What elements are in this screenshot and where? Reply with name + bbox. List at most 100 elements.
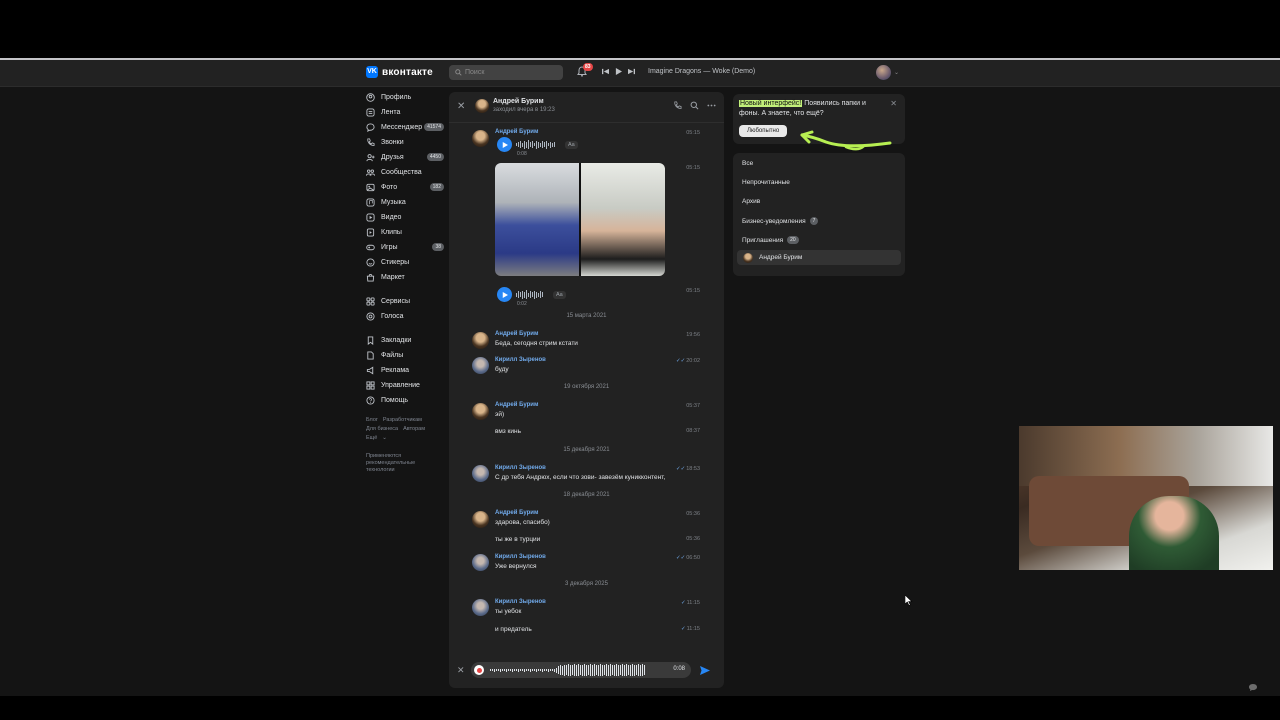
sidebar-divider	[366, 285, 446, 294]
chat-title[interactable]: Андрей Бурим	[493, 98, 544, 105]
phone-icon[interactable]	[673, 101, 682, 110]
sidebar-item-friends[interactable]: Друзья 4450	[366, 150, 446, 165]
search-input[interactable]	[465, 69, 555, 76]
photo-attachment[interactable]	[495, 163, 665, 276]
logo-text: вконтакте	[382, 66, 433, 78]
left-sidebar: Профиль Лента Мессенджер 41574 Звонки Дру…	[366, 90, 446, 474]
files-icon	[366, 351, 375, 360]
search-icon[interactable]	[690, 101, 699, 110]
footer-link-business[interactable]: Для бизнеса	[366, 426, 398, 432]
sidebar-item-messenger[interactable]: Мессенджер 41574	[366, 120, 446, 135]
message[interactable]: Кирилл Зыренов Уже вернулся ✓✓06:50	[449, 554, 724, 574]
sidebar-item-communities[interactable]: Сообщества	[366, 165, 446, 180]
vk-logo[interactable]: VK вконтакте	[366, 66, 433, 78]
message[interactable]: Андрей Бурим здарова, спасибо) 05:36	[449, 510, 724, 530]
profile-avatar[interactable]	[876, 65, 891, 80]
sidebar-item-video[interactable]: Видео	[366, 210, 446, 225]
recording-track[interactable]: 0:08	[471, 662, 691, 678]
footer-link-developers[interactable]: Разработчикам	[383, 417, 422, 423]
next-track-icon[interactable]	[628, 68, 635, 75]
sidebar-item-help[interactable]: Помощь	[366, 393, 446, 408]
avatar[interactable]	[472, 465, 489, 482]
message[interactable]: Андрей Бурим эй) 05:37	[449, 402, 724, 422]
footer-link-authors[interactable]: Авторам	[403, 426, 425, 432]
message-author[interactable]: Кирилл Зыренов	[495, 357, 546, 363]
curious-button[interactable]: Любопытно	[739, 125, 788, 137]
sidebar-item-music[interactable]: Музыка	[366, 195, 446, 210]
photo-left[interactable]	[495, 163, 579, 276]
message-voice[interactable]: Андрей Бурим 05:15 Aa 0:08	[449, 128, 724, 158]
messenger-count-badge: 41574	[424, 123, 444, 131]
send-icon[interactable]	[699, 665, 711, 676]
sidebar-item-profile[interactable]: Профиль	[366, 90, 446, 105]
message-author[interactable]: Андрей Бурим	[495, 402, 538, 408]
sidebar-item-clips[interactable]: Клипы	[366, 225, 446, 240]
chat-bubble-icon[interactable]	[1248, 683, 1258, 692]
transcribe-button[interactable]: Aa	[565, 140, 578, 149]
transcribe-button[interactable]: Aa	[553, 290, 566, 299]
message[interactable]: Кирилл Зыренов буду ✓✓20:02	[449, 357, 724, 377]
avatar[interactable]	[472, 554, 489, 571]
message-author[interactable]: Андрей Бурим	[495, 510, 538, 516]
more-icon[interactable]	[707, 101, 716, 110]
sidebar-item-market[interactable]: Маркет	[366, 270, 446, 285]
search-box[interactable]	[449, 65, 563, 80]
sidebar-item-votes[interactable]: Голоса	[366, 309, 446, 324]
message-author[interactable]: Кирилл Зыренов	[495, 599, 546, 605]
sidebar-item-ads[interactable]: Реклама	[366, 363, 446, 378]
avatar[interactable]	[472, 403, 489, 420]
prev-track-icon[interactable]	[602, 68, 609, 75]
sidebar-item-bookmarks[interactable]: Закладки	[366, 333, 446, 348]
chat-status: заходил вчера в 19:23	[493, 107, 555, 113]
voice-waveform[interactable]	[516, 290, 543, 300]
play-voice-button[interactable]	[497, 287, 512, 302]
sidebar-item-calls[interactable]: Звонки	[366, 135, 446, 150]
folder-unread[interactable]: Непрочитанные	[742, 179, 790, 186]
folder-business[interactable]: Бизнес-уведомления 7	[742, 217, 819, 225]
message[interactable]: Кирилл Зыренов ты уебок ✓11:15	[449, 599, 724, 619]
sidebar-item-manage[interactable]: Управление	[366, 378, 446, 393]
message-author[interactable]: Кирилл Зыренов	[495, 465, 546, 471]
sidebar-item-services[interactable]: Сервисы	[366, 294, 446, 309]
message[interactable]: Андрей Бурим Беда, сегодня стрим кстати …	[449, 331, 724, 351]
avatar[interactable]	[472, 332, 489, 349]
close-icon[interactable]: ✕	[890, 99, 897, 108]
chevron-down-icon[interactable]: ⌄	[894, 69, 899, 76]
cancel-recording-icon[interactable]: ✕	[457, 665, 471, 676]
message-author[interactable]: Андрей Бурим	[495, 129, 538, 135]
play-voice-button[interactable]	[497, 137, 512, 152]
chat-avatar[interactable]	[475, 99, 489, 113]
message[interactable]: и предатель ✓11:15	[449, 626, 724, 638]
avatar[interactable]	[472, 599, 489, 616]
sidebar-item-feed[interactable]: Лента	[366, 105, 446, 120]
folder-count-badge: 7	[809, 217, 819, 225]
folder-archive[interactable]: Архив	[742, 198, 760, 205]
folder-all[interactable]: Все	[742, 160, 753, 167]
sidebar-item-files[interactable]: Файлы	[366, 348, 446, 363]
sidebar-item-label: Игры	[381, 244, 398, 251]
avatar[interactable]	[472, 357, 489, 374]
selected-chat-item[interactable]: Андрей Бурим	[737, 250, 901, 265]
message[interactable]: Кирилл Зыренов С др тебя Андрюх, если чт…	[449, 465, 724, 485]
message-voice[interactable]: Aa 0:02 05:15	[449, 286, 724, 308]
message[interactable]: ты же в турции 05:36	[449, 536, 724, 548]
sidebar-item-games[interactable]: Игры 38	[366, 240, 446, 255]
close-icon[interactable]: ✕	[457, 101, 465, 112]
sidebar-item-photo[interactable]: Фото 182	[366, 180, 446, 195]
sidebar-item-stickers[interactable]: Стикеры	[366, 255, 446, 270]
avatar[interactable]	[472, 511, 489, 528]
sidebar-item-label: Закладки	[381, 337, 412, 344]
photo-right[interactable]	[581, 163, 665, 276]
folder-invites[interactable]: Приглашения 20	[742, 236, 799, 244]
footer-link-blog[interactable]: Блог	[366, 417, 378, 423]
stop-recording-button[interactable]	[474, 665, 484, 675]
now-playing-track[interactable]: Imagine Dragons — Woke (Demo)	[648, 68, 755, 75]
message-photo[interactable]: 05:15	[449, 163, 724, 278]
message-author[interactable]: Андрей Бурим	[495, 331, 538, 337]
voice-waveform[interactable]	[516, 140, 555, 150]
avatar[interactable]	[472, 130, 489, 147]
message-author[interactable]: Кирилл Зыренов	[495, 554, 546, 560]
footer-link-more[interactable]: Ещё	[366, 435, 377, 441]
play-icon[interactable]	[615, 68, 622, 75]
message[interactable]: вмз кинь 08:37	[449, 428, 724, 440]
